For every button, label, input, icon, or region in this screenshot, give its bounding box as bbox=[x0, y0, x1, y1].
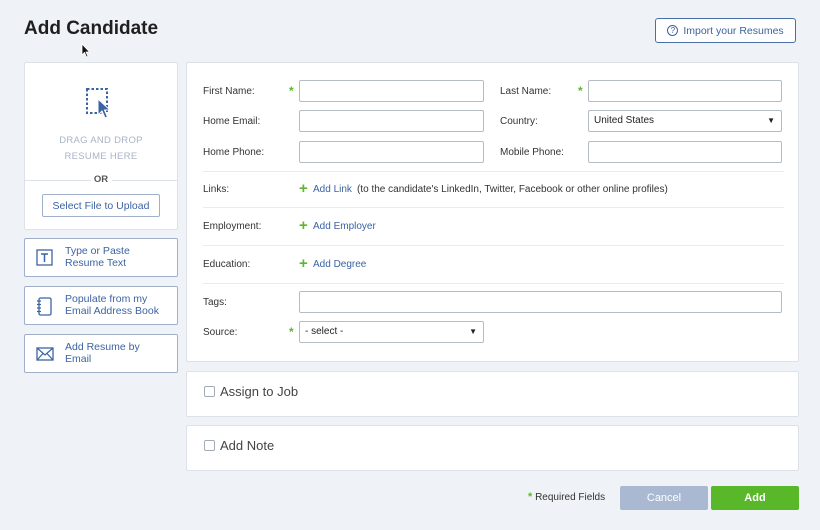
dropdown-arrow-icon: ▼ bbox=[469, 327, 477, 336]
tags-label: Tags: bbox=[203, 297, 227, 308]
page-title: Add Candidate bbox=[24, 18, 159, 39]
last-name-input[interactable] bbox=[588, 80, 782, 102]
home-email-input[interactable] bbox=[299, 110, 484, 132]
divider bbox=[203, 245, 784, 246]
education-label: Education: bbox=[203, 259, 251, 270]
first-name-label: First Name: bbox=[203, 86, 255, 97]
plus-icon: + bbox=[299, 180, 308, 197]
import-resumes-button[interactable]: ? Import your Resumes bbox=[655, 18, 796, 43]
divider bbox=[203, 171, 784, 172]
or-divider: OR bbox=[25, 174, 178, 186]
home-email-label: Home Email: bbox=[203, 116, 261, 127]
address-book-icon bbox=[37, 297, 52, 316]
select-file-button[interactable]: Select File to Upload bbox=[42, 194, 160, 217]
add-note-panel[interactable]: Add Note bbox=[186, 425, 799, 471]
plus-icon: + bbox=[299, 217, 308, 234]
help-circle-icon: ? bbox=[667, 25, 679, 36]
dropdown-arrow-icon: ▼ bbox=[767, 116, 775, 125]
divider bbox=[203, 207, 784, 208]
import-resumes-label: Import your Resumes bbox=[683, 24, 784, 37]
last-name-label: Last Name: bbox=[500, 86, 552, 97]
source-label: Source: bbox=[203, 327, 238, 338]
mobile-phone-input[interactable] bbox=[588, 141, 782, 163]
country-select[interactable]: United States ▼ bbox=[588, 110, 782, 132]
add-button[interactable]: Add bbox=[711, 486, 799, 510]
populate-address-book-option[interactable]: Populate from my Email Address Book bbox=[24, 286, 178, 325]
divider bbox=[203, 283, 784, 284]
mobile-phone-label: Mobile Phone: bbox=[500, 147, 564, 158]
links-hint: (to the candidate's LinkedIn, Twitter, F… bbox=[357, 184, 668, 195]
add-note-checkbox[interactable] bbox=[204, 440, 215, 451]
mouse-cursor-icon bbox=[81, 43, 91, 58]
country-label: Country: bbox=[500, 116, 538, 127]
employment-label: Employment: bbox=[203, 221, 262, 232]
add-link-link[interactable]: Add Link bbox=[313, 184, 352, 195]
candidate-form: First Name: * Last Name: * Home Email: C… bbox=[186, 62, 799, 362]
assign-to-job-checkbox[interactable] bbox=[204, 386, 215, 397]
cancel-button[interactable]: Cancel bbox=[620, 486, 708, 510]
links-label: Links: bbox=[203, 184, 230, 195]
required-fields-note: * Required Fields bbox=[528, 491, 606, 503]
add-note-label: Add Note bbox=[220, 438, 275, 453]
home-phone-label: Home Phone: bbox=[203, 147, 265, 158]
add-employer-link[interactable]: Add Employer bbox=[313, 221, 376, 232]
assign-to-job-panel[interactable]: Assign to Job bbox=[186, 371, 799, 417]
resume-drop-zone[interactable]: DRAG AND DROP RESUME HERE OR Select File… bbox=[24, 62, 178, 230]
text-box-icon bbox=[36, 249, 53, 266]
tags-input[interactable] bbox=[299, 291, 782, 313]
add-resume-by-email-option[interactable]: Add Resume by Email bbox=[24, 334, 178, 373]
drag-drop-text: DRAG AND DROP RESUME HERE bbox=[59, 135, 143, 162]
source-select[interactable]: - select - ▼ bbox=[299, 321, 484, 343]
assign-to-job-label: Assign to Job bbox=[220, 384, 299, 399]
first-name-input[interactable] bbox=[299, 80, 484, 102]
plus-icon: + bbox=[299, 255, 308, 272]
required-marker: * bbox=[289, 84, 294, 98]
required-marker: * bbox=[578, 84, 583, 98]
type-paste-resume-option[interactable]: Type or Paste Resume Text bbox=[24, 238, 178, 277]
drag-drop-icon bbox=[86, 88, 112, 119]
home-phone-input[interactable] bbox=[299, 141, 484, 163]
required-marker: * bbox=[289, 325, 294, 339]
envelope-icon bbox=[36, 347, 54, 361]
add-degree-link[interactable]: Add Degree bbox=[313, 259, 366, 270]
